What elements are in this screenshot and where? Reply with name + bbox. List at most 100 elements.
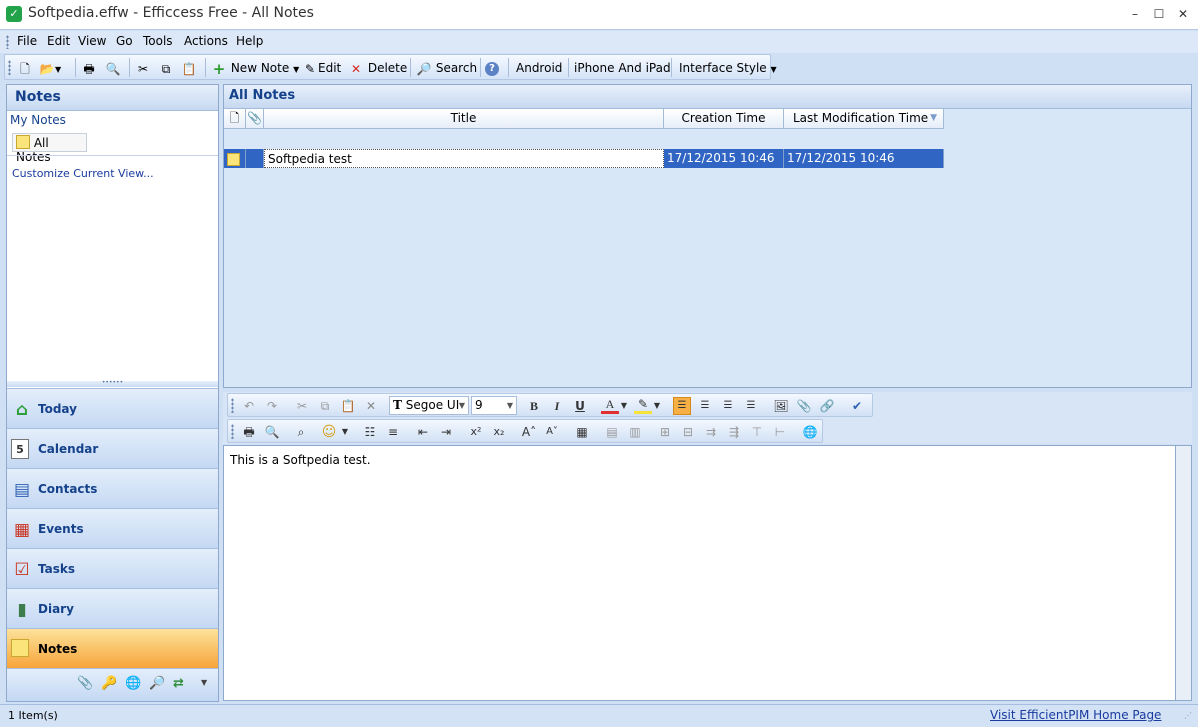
chevron-down-icon[interactable]: ▼ [201,678,207,687]
note-editor[interactable]: This is a Softpedia test. [223,445,1176,701]
copy-icon[interactable]: ⧉ [316,397,334,415]
bullet-list-icon[interactable]: ☷ [361,423,379,441]
numbered-list-icon[interactable]: ≡ [384,423,402,441]
paste-button[interactable]: 📋 [181,59,197,77]
menu-file[interactable]: File [17,34,37,48]
font-size-select[interactable]: 9 ▼ [471,396,517,415]
underline-icon[interactable]: U [571,397,589,415]
column-title-header[interactable]: Title [264,109,664,129]
column-creation-header[interactable]: Creation Time [664,109,784,129]
table-delete-row-icon[interactable]: ⇉ [702,423,720,441]
align-left-icon[interactable]: ☰ [673,397,691,415]
redo-icon[interactable]: ↷ [263,397,281,415]
iphone-button[interactable]: iPhone And iPad [574,59,671,77]
customize-view-link[interactable]: Customize Current View... [12,167,154,180]
font-color-icon[interactable]: A [601,397,619,414]
print-preview-button[interactable]: 🔍 [105,59,121,77]
subscript-icon[interactable]: x₂ [490,423,508,441]
menu-view[interactable]: View [78,34,106,48]
cut-button[interactable]: ✂ [135,59,151,77]
italic-icon[interactable]: I [548,397,566,415]
grow-font-icon[interactable]: A˄ [520,423,538,441]
menu-go[interactable]: Go [116,34,133,48]
menu-actions[interactable]: Actions [184,34,228,48]
print-button[interactable]: 🖶 [81,59,97,77]
nav-notes[interactable]: Notes [7,628,218,668]
menu-edit[interactable]: Edit [47,34,70,48]
editor-scrollbar[interactable] [1176,445,1192,701]
grip-handle[interactable] [6,35,9,49]
highlight-icon[interactable]: ✎ [634,397,652,414]
close-button[interactable]: ✕ [1172,4,1194,24]
menu-tools[interactable]: Tools [143,34,173,48]
align-center-icon[interactable]: ☰ [696,397,714,415]
table-delete-column-icon[interactable]: ⇶ [725,423,743,441]
chevron-down-icon[interactable]: ▼ [619,397,629,415]
column-type-header[interactable]: 🗋 [224,109,246,129]
new-file-button[interactable]: 🗋 [17,59,33,77]
shrink-font-icon[interactable]: A˅ [543,423,561,441]
table-icon[interactable]: ▦ [573,423,591,441]
search-button[interactable]: 🔎 Search [416,59,478,77]
table-props-icon[interactable]: ⊤ [748,423,766,441]
nav-calendar[interactable]: 5 Calendar [7,428,218,468]
nav-diary[interactable]: ▮ Diary [7,588,218,628]
indent-icon[interactable]: ⇥ [437,423,455,441]
folder-list-icon[interactable]: 📎 [77,676,93,691]
delete-button[interactable]: ✕ Delete [348,59,407,77]
nav-today[interactable]: ⌂ Today [7,388,218,428]
table-row[interactable]: Softpedia test 17/12/2015 10:46 17/12/20… [224,129,944,168]
superscript-icon[interactable]: x² [467,423,485,441]
grip-handle[interactable] [8,60,11,75]
nav-events[interactable]: ▦ Events [7,508,218,548]
align-justify-icon[interactable]: ☰ [742,397,760,415]
chevron-down-icon[interactable]: ▼ [340,423,350,441]
chevron-down-icon[interactable]: ▼ [652,397,662,415]
open-file-button[interactable]: 📂▼ [39,59,62,77]
image-icon[interactable]: 🖼 [772,397,790,415]
emoticon-icon[interactable]: ☺ [320,423,338,441]
column-attachment-header[interactable]: 📎 [246,109,264,129]
table-split-icon[interactable]: ⊟ [679,423,697,441]
nav-contacts[interactable]: ▤ Contacts [7,468,218,508]
editor-content[interactable]: This is a Softpedia test. [230,453,371,467]
table-insert-column-icon[interactable]: ▥ [626,423,644,441]
new-note-button[interactable]: + New Note ▼ [211,59,300,77]
bold-icon[interactable]: B [525,397,543,415]
printer-icon[interactable]: 🖶 [240,423,258,441]
paperclip-icon[interactable]: 📎 [795,397,813,415]
scissors-icon[interactable]: ✂ [293,397,311,415]
help-button[interactable]: ? [485,59,499,77]
maximize-button[interactable]: ☐ [1148,4,1170,24]
table-insert-row-icon[interactable]: ▤ [603,423,621,441]
copy-button[interactable]: ⧉ [158,59,174,77]
align-right-icon[interactable]: ☰ [719,397,737,415]
key-icon[interactable]: 🔑 [101,676,117,691]
clear-x-icon[interactable]: ✕ [362,397,380,415]
menu-help[interactable]: Help [236,34,263,48]
row-title-cell[interactable]: Softpedia test [264,149,664,168]
edit-button[interactable]: ✎ Edit [302,59,341,77]
preview-icon[interactable]: 🔍 [263,423,281,441]
undo-icon[interactable]: ↶ [240,397,258,415]
grip-handle[interactable] [231,398,234,413]
splitter-handle[interactable]: •••••• [7,380,218,387]
group-my-notes[interactable]: My Notes [10,113,66,127]
android-button[interactable]: Android [516,59,562,77]
interface-style-button[interactable]: Interface Style ▼ [679,59,777,77]
resize-grip[interactable]: ⋰ [1184,711,1194,725]
column-modified-header[interactable]: Last Modification Time ▼ [784,109,944,129]
binoculars-icon[interactable]: ⌕ [292,423,310,441]
view-all-notes[interactable]: All Notes [12,133,87,164]
table-merge-icon[interactable]: ⊞ [656,423,674,441]
sync-icon[interactable]: ⇄ [173,676,184,691]
font-name-select[interactable]: T Segoe UI ▼ [389,396,469,415]
globe-icon[interactable]: 🌐 [125,676,141,691]
home-page-link[interactable]: Visit EfficientPIM Home Page [990,708,1161,722]
table-cell-icon[interactable]: ⊢ [771,423,789,441]
outdent-icon[interactable]: ⇤ [414,423,432,441]
link-icon[interactable]: 🔗 [818,397,836,415]
nav-tasks[interactable]: ☑ Tasks [7,548,218,588]
clipboard-icon[interactable]: 📋 [339,397,357,415]
grip-handle[interactable] [231,424,234,439]
